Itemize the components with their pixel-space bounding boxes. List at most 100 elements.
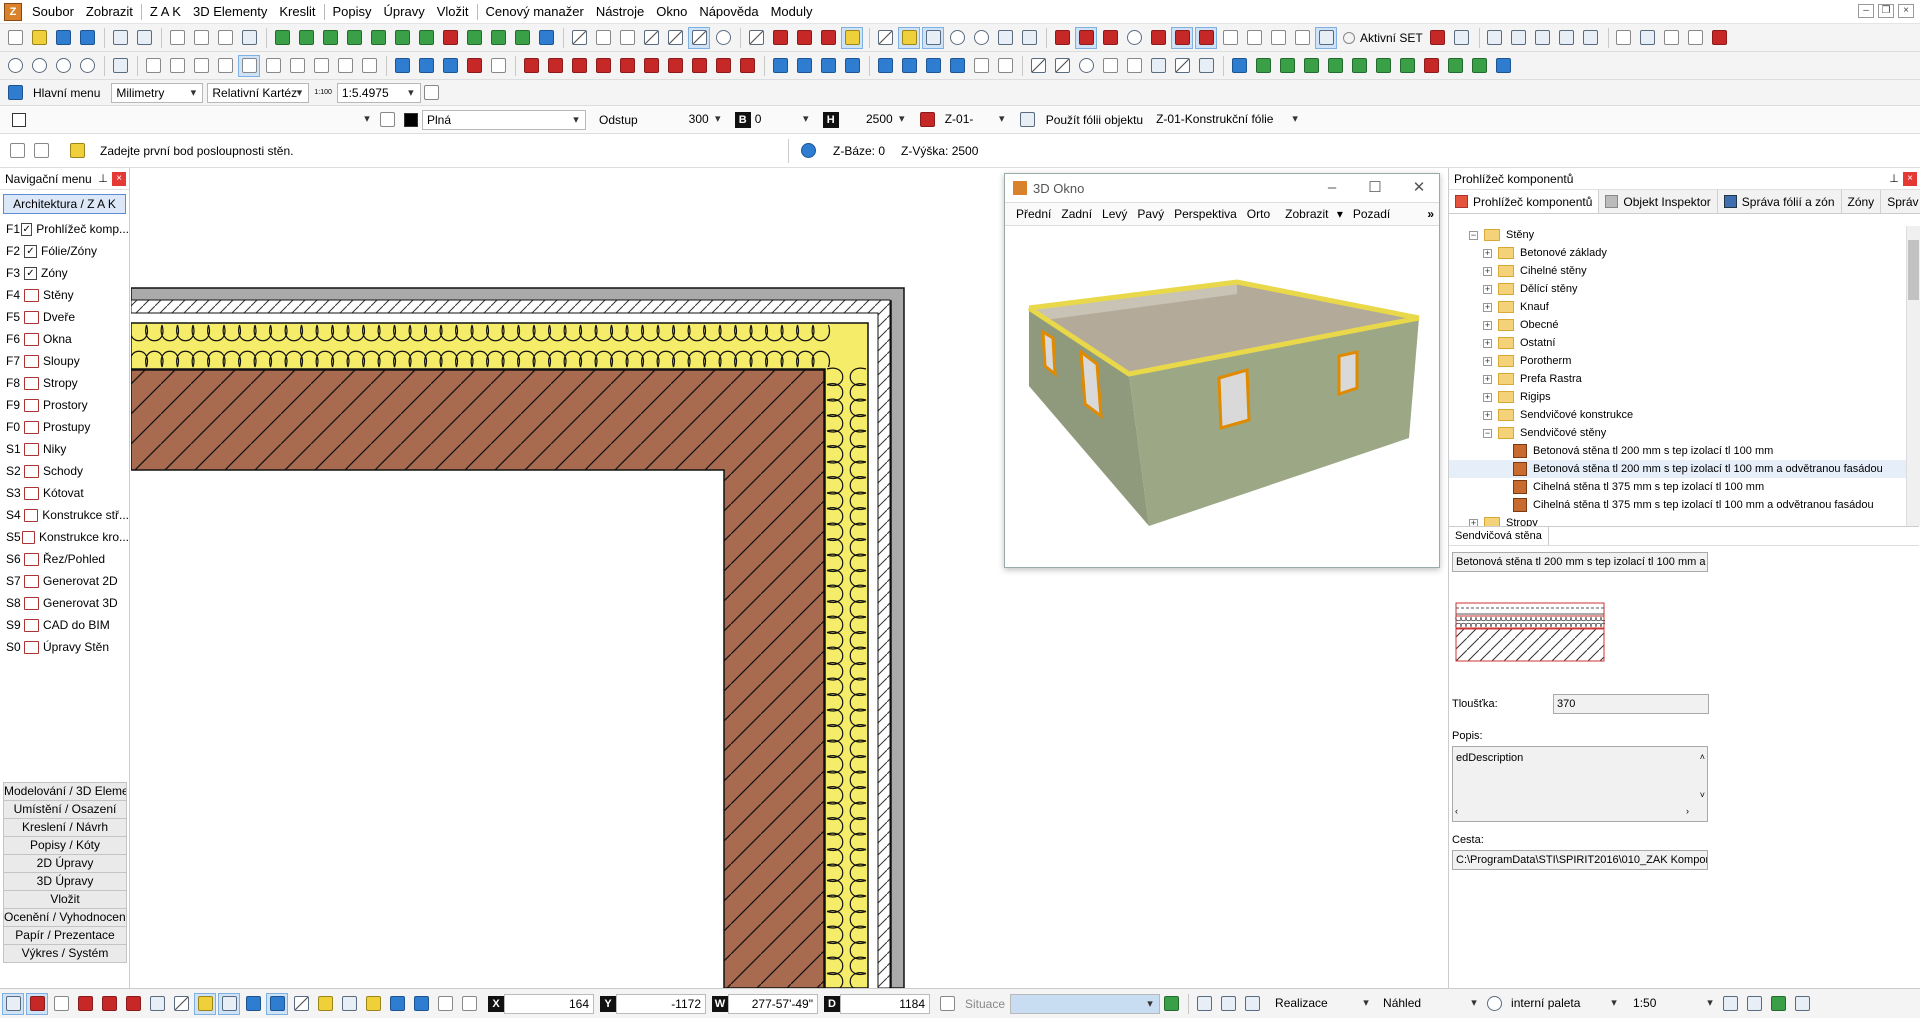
plot-icon[interactable]: [1637, 27, 1659, 49]
nav-category-button[interactable]: Ocenění / Vyhodnocení: [3, 908, 127, 927]
tree-item[interactable]: + Dělící stěny: [1449, 280, 1919, 298]
house-icon[interactable]: [286, 55, 308, 77]
menu-nastroje[interactable]: Nástroje: [590, 0, 650, 24]
zoom-minus-icon[interactable]: [52, 55, 74, 77]
eraser-2-icon[interactable]: [1027, 55, 1049, 77]
hatch-line-icon[interactable]: [994, 55, 1016, 77]
nav-item[interactable]: F8 Stropy: [0, 372, 129, 394]
checkbox-icon[interactable]: ✓: [24, 266, 37, 280]
snap-perp-icon[interactable]: [1099, 27, 1121, 49]
tab-perspektiva[interactable]: Perspektiva: [1169, 207, 1242, 221]
floor-icon[interactable]: [334, 55, 356, 77]
new-file-icon[interactable]: [4, 27, 26, 49]
tab-zobrazit[interactable]: Zobrazit ▾: [1275, 207, 1348, 221]
curve-icon[interactable]: [970, 55, 992, 77]
close-panel-icon[interactable]: ×: [1903, 172, 1917, 186]
dim-4-icon[interactable]: [946, 55, 968, 77]
column-icon[interactable]: [568, 55, 590, 77]
save-as-icon[interactable]: [76, 27, 98, 49]
window-layout-icon[interactable]: [1791, 993, 1813, 1015]
expand-icon[interactable]: +: [1483, 266, 1492, 276]
set-icon[interactable]: [1315, 26, 1337, 49]
nav-item[interactable]: F5 Dveře: [0, 306, 129, 328]
menu-popisy[interactable]: Popisy: [327, 0, 378, 24]
save-icon[interactable]: [52, 27, 74, 49]
fill-icon[interactable]: [535, 27, 557, 49]
regen-icon[interactable]: [1661, 27, 1683, 49]
gear-blue-2-icon[interactable]: [415, 55, 437, 77]
expand-icon[interactable]: +: [1483, 302, 1492, 312]
nav-category-button[interactable]: Popisy / Kóty: [3, 836, 127, 855]
angle-icon[interactable]: [1291, 27, 1313, 49]
xref-icon[interactable]: [415, 27, 437, 49]
nav-category-button[interactable]: Modelování / 3D Eleme...: [3, 782, 127, 801]
tab-pozadi[interactable]: Pozadí: [1348, 207, 1395, 221]
snap-center-icon[interactable]: [1123, 27, 1145, 49]
b-input[interactable]: 0: [751, 110, 815, 130]
roof-2-icon[interactable]: [712, 55, 734, 77]
modify-3-icon[interactable]: [1300, 55, 1322, 77]
tree-item[interactable]: − Stěny: [1449, 226, 1919, 244]
home-icon[interactable]: [4, 82, 26, 104]
modify-7-icon[interactable]: [1396, 55, 1418, 77]
nav-category-button[interactable]: Kreslení / Návrh: [3, 818, 127, 837]
tree-item[interactable]: + Betonové základy: [1449, 244, 1919, 262]
color-wheel-icon[interactable]: [712, 27, 734, 49]
eye-icon[interactable]: [487, 55, 509, 77]
tab-pravy[interactable]: Pavý: [1132, 207, 1169, 221]
ortho-toggle-icon[interactable]: [170, 993, 192, 1015]
text-icon[interactable]: [1123, 55, 1145, 77]
desc-scroll-left-icon[interactable]: ‹: [1455, 803, 1458, 819]
printer-icon[interactable]: [1508, 27, 1530, 49]
tree-item[interactable]: + Porotherm: [1449, 352, 1919, 370]
desc-scroll-up-icon[interactable]: ˄: [1700, 749, 1705, 765]
nav-item[interactable]: F2 ✓ Fólie/Zóny: [0, 240, 129, 262]
realizace-select[interactable]: Realizace: [1271, 994, 1375, 1014]
menu-upravy[interactable]: Úpravy: [378, 0, 431, 24]
pencil-icon[interactable]: [511, 27, 533, 49]
truss-icon[interactable]: [736, 55, 758, 77]
tree-item[interactable]: + Rigips: [1449, 388, 1919, 406]
zoom-window-icon[interactable]: [994, 27, 1016, 49]
paste-icon[interactable]: [214, 27, 236, 49]
nav-down-icon[interactable]: [214, 55, 236, 77]
gear-blue-icon[interactable]: [391, 55, 413, 77]
checkbox-icon[interactable]: ✓: [24, 244, 37, 258]
zoom-plus-icon[interactable]: [28, 55, 50, 77]
modify-icon[interactable]: [1252, 55, 1274, 77]
expand-icon[interactable]: +: [1483, 284, 1492, 294]
layers-icon[interactable]: [1484, 27, 1506, 49]
rectangle-icon[interactable]: [1099, 55, 1121, 77]
add-view-icon[interactable]: [1160, 993, 1182, 1015]
ban-icon[interactable]: [1427, 27, 1449, 49]
lock-toggle-icon[interactable]: [362, 993, 384, 1015]
layer-select[interactable]: Z-01-: [941, 110, 1011, 130]
nav-item[interactable]: S6 Řez/Pohled: [0, 548, 129, 570]
eyedropper-icon[interactable]: [1018, 27, 1040, 49]
zoom-extents-icon[interactable]: [76, 55, 98, 77]
architecture-zak-button[interactable]: Architektura / Z A K: [3, 194, 126, 214]
nav-item[interactable]: S2 Schody: [0, 460, 129, 482]
delete-2-icon[interactable]: [1420, 55, 1442, 77]
tree-item[interactable]: + Knauf: [1449, 298, 1919, 316]
home-menu-label[interactable]: Hlavní menu: [28, 86, 105, 100]
pen-select[interactable]: [196, 110, 376, 130]
grid-icon[interactable]: [1743, 993, 1765, 1015]
fill-3-icon[interactable]: [1492, 55, 1514, 77]
magnet-toggle-2-icon[interactable]: [98, 993, 120, 1015]
zoom-all-icon[interactable]: [4, 55, 26, 77]
nav-item[interactable]: F6 Okna: [0, 328, 129, 350]
nav-category-button[interactable]: Papír / Prezentace: [3, 926, 127, 945]
modify-5-icon[interactable]: [1348, 55, 1370, 77]
group-icon[interactable]: [271, 27, 293, 49]
plugin-icon[interactable]: [1709, 27, 1731, 49]
edit-line-2-icon[interactable]: [664, 27, 686, 49]
nav-item[interactable]: S8 Generovat 3D: [0, 592, 129, 614]
coord-system-select[interactable]: Relativní Kartéz: [207, 82, 310, 103]
collapse-icon[interactable]: −: [1469, 230, 1478, 240]
snap-end-icon[interactable]: [1051, 27, 1073, 49]
edit-active-icon[interactable]: [688, 26, 710, 49]
scale-select[interactable]: 1:5.4975: [336, 82, 421, 103]
snap-tangent-icon[interactable]: [1219, 27, 1241, 49]
expand-icon[interactable]: +: [1483, 338, 1492, 348]
